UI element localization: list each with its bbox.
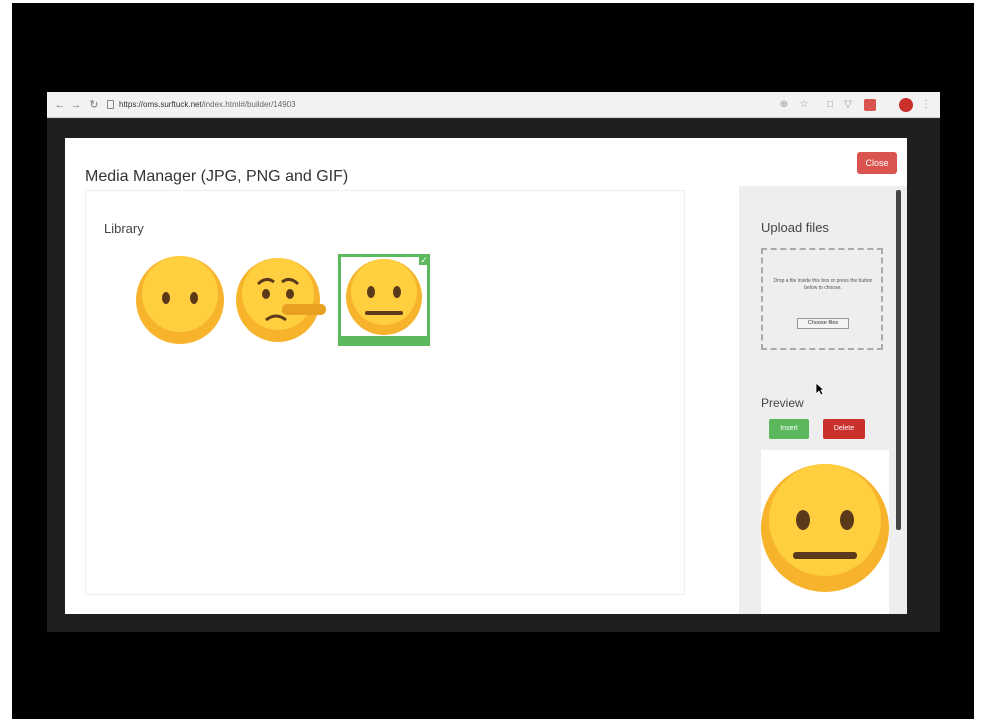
library-item-neutral-face[interactable]: ✓ — [338, 254, 430, 346]
reload-icon[interactable]: ↻ — [87, 98, 101, 112]
lock-icon — [107, 100, 114, 109]
sidebar-scrollbar[interactable] — [896, 190, 901, 530]
menu-dots-icon[interactable]: ⋮ — [919, 98, 933, 112]
library-item-face-without-mouth[interactable] — [134, 254, 226, 346]
modal-title: Media Manager (JPG, PNG and GIF) — [85, 168, 349, 185]
library-panel: Library ✓ — [85, 190, 685, 595]
upload-title: Upload files — [761, 220, 829, 235]
forward-icon[interactable]: → — [69, 98, 83, 112]
profile-icon[interactable] — [899, 98, 913, 112]
sidebar-panel: Upload files Drop a file inside this box… — [739, 186, 907, 614]
dropzone-text: Drop a file inside this box or press the… — [773, 278, 873, 291]
address-bar[interactable]: https://oms.surftuck.net/index.html#/bui… — [119, 98, 296, 112]
library-title: Library — [104, 221, 144, 236]
browser-toolbar: ← → ↻ https://oms.surftuck.net/index.htm… — [47, 92, 940, 118]
delete-button[interactable]: Delete — [823, 419, 865, 439]
selected-check-icon: ✓ — [419, 255, 429, 265]
close-button[interactable]: Close — [857, 152, 897, 174]
preview-neutral-face-icon — [761, 464, 889, 592]
extension-icon[interactable] — [864, 99, 876, 111]
file-dropzone[interactable]: Drop a file inside this box or press the… — [761, 248, 883, 350]
url-host: https://oms.surftuck.net — [119, 100, 202, 109]
library-item-lying-face[interactable] — [236, 254, 328, 346]
bookmark-star-icon[interactable]: ☆ — [797, 98, 811, 112]
filter-icon[interactable]: ▽ — [841, 98, 855, 112]
back-icon[interactable]: ← — [53, 98, 67, 112]
media-manager-modal: Media Manager (JPG, PNG and GIF) Close L… — [65, 138, 907, 614]
face-without-mouth-icon — [136, 256, 224, 344]
preview-image — [761, 450, 889, 614]
cast-icon[interactable]: □ — [823, 98, 837, 112]
preview-title: Preview — [761, 396, 804, 410]
insert-button[interactable]: Insert — [769, 419, 809, 439]
neutral-face-icon — [346, 259, 422, 335]
mouse-cursor-icon — [815, 382, 825, 396]
zoom-icon[interactable]: ⊕ — [777, 98, 791, 112]
lying-face-icon — [236, 258, 326, 342]
url-path: /index.html#/builder/14903 — [201, 100, 296, 109]
choose-files-button[interactable]: Choose files — [797, 318, 849, 329]
